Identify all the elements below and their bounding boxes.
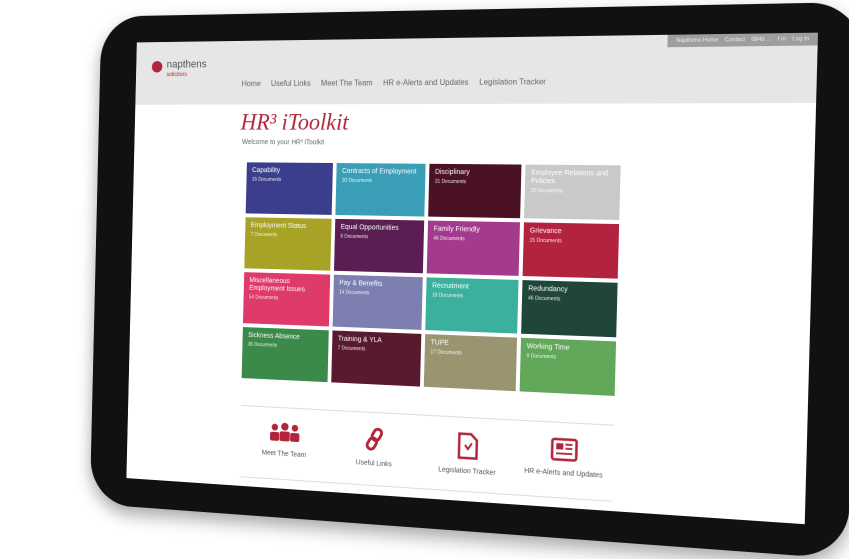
shortcut-legislation-tracker[interactable]: Legislation Tracker — [423, 430, 512, 478]
team-icon — [269, 421, 301, 444]
utility-bar: Napthens Home Contact 0845 ... f in Log … — [668, 33, 818, 48]
tablet-screen: napthens solicitors Napthens Home Contac… — [126, 33, 818, 525]
tile-name: Employee Relations and Policies — [531, 170, 614, 187]
tile-name: Equal Opportunities — [341, 224, 419, 233]
category-tile[interactable]: Grievance15 Documents — [523, 222, 620, 278]
page-title: HR³ iToolkit — [240, 110, 349, 137]
link-icon — [364, 426, 385, 453]
newspaper-icon — [549, 437, 578, 463]
category-tile[interactable]: Recruitment18 Documents — [425, 277, 518, 333]
category-tile[interactable]: Miscellaneous Employment Issues54 Docume… — [243, 272, 330, 326]
tile-count: 6 Documents — [340, 234, 418, 242]
welcome-text: Welcome to your HR³ iToolkit — [242, 139, 324, 146]
tile-count: 54 Documents — [249, 294, 324, 302]
tile-count: 14 Documents — [339, 290, 417, 298]
tile-name: Redundancy — [528, 285, 611, 296]
category-tile[interactable]: Employee Relations and Policies25 Docume… — [524, 165, 621, 220]
nav-legislation-tracker[interactable]: Legislation Tracker — [479, 77, 546, 87]
category-grid: Capability15 DocumentsContracts of Emplo… — [242, 162, 621, 396]
nav-hr-alerts[interactable]: HR e-Alerts and Updates — [383, 78, 469, 88]
tile-name: Grievance — [530, 228, 613, 238]
category-tile[interactable]: Pay & Benefits14 Documents — [333, 275, 423, 330]
category-tile[interactable]: Family Friendly46 Documents — [427, 221, 520, 276]
logo-mark — [152, 61, 163, 72]
shortcut-label: Legislation Tracker — [438, 466, 496, 477]
tile-count: 46 Documents — [433, 236, 513, 244]
category-tile[interactable]: Sickness Absence36 Documents — [242, 327, 329, 382]
utility-link[interactable]: 0845 ... — [751, 36, 771, 43]
utility-link[interactable]: Napthens Home — [676, 37, 718, 44]
shortcut-useful-links[interactable]: Useful Links — [331, 425, 417, 472]
document-icon — [455, 431, 479, 460]
tile-count: 7 Documents — [250, 232, 325, 239]
tile-count: 15 Documents — [529, 238, 612, 246]
category-tile[interactable]: Training & YLA7 Documents — [331, 330, 421, 386]
nav-home[interactable]: Home — [242, 79, 261, 88]
login-link[interactable]: Log In — [792, 36, 809, 43]
social-icons[interactable]: f in — [778, 36, 786, 42]
nav-useful-links[interactable]: Useful Links — [271, 79, 311, 88]
shortcut-bar: Meet The Team Useful Links Legislation T… — [239, 405, 614, 502]
nav-meet-the-team[interactable]: Meet The Team — [321, 78, 373, 87]
category-tile[interactable]: Disciplinary31 Documents — [428, 164, 521, 218]
category-tile[interactable]: TUPE17 Documents — [424, 334, 517, 391]
category-tile[interactable]: Working Time9 Documents — [520, 338, 616, 396]
tile-count: 46 Documents — [528, 295, 611, 304]
category-tile[interactable]: Contracts of Employment20 Documents — [335, 163, 425, 216]
tile-name: Pay & Benefits — [339, 280, 417, 290]
utility-link[interactable]: Contact — [725, 37, 745, 44]
tile-name: Contracts of Employment — [342, 168, 420, 177]
tile-name: Capability — [252, 167, 327, 176]
shortcut-label: Meet The Team — [262, 450, 306, 460]
shortcut-label: HR e-Alerts and Updates — [524, 468, 603, 480]
category-tile[interactable]: Capability15 Documents — [246, 162, 333, 215]
main-nav: Home Useful Links Meet The Team HR e-Ale… — [242, 77, 546, 88]
tile-count: 25 Documents — [531, 188, 614, 195]
tile-count: 9 Documents — [526, 353, 609, 363]
shortcut-hr-alerts[interactable]: HR e-Alerts and Updates — [518, 435, 610, 484]
site-header: napthens solicitors Napthens Home Contac… — [135, 33, 818, 105]
tile-name: Recruitment — [432, 282, 512, 292]
shortcut-label: Useful Links — [356, 459, 392, 468]
tablet-device: napthens solicitors Napthens Home Contac… — [90, 2, 849, 559]
tile-count: 7 Documents — [338, 345, 416, 354]
tile-count: 15 Documents — [252, 177, 327, 184]
tile-name: Disciplinary — [435, 169, 515, 178]
category-tile[interactable]: Equal Opportunities6 Documents — [334, 219, 424, 273]
shortcut-meet-the-team[interactable]: Meet The Team — [243, 420, 326, 467]
tile-count: 20 Documents — [342, 178, 420, 185]
brand-logo[interactable]: napthens solicitors — [152, 55, 207, 78]
tile-name: Employment Status — [251, 222, 326, 231]
tile-name: Family Friendly — [434, 226, 514, 236]
tile-count: 31 Documents — [435, 179, 515, 186]
tile-count: 17 Documents — [430, 349, 510, 358]
category-tile[interactable]: Redundancy46 Documents — [521, 280, 617, 337]
brand-name: napthens — [167, 59, 207, 71]
tile-count: 36 Documents — [248, 342, 323, 351]
category-tile[interactable]: Employment Status7 Documents — [244, 217, 331, 270]
tile-name: Miscellaneous Employment Issues — [249, 277, 324, 295]
brand-sub: solicitors — [166, 72, 206, 78]
tile-count: 18 Documents — [432, 292, 512, 301]
